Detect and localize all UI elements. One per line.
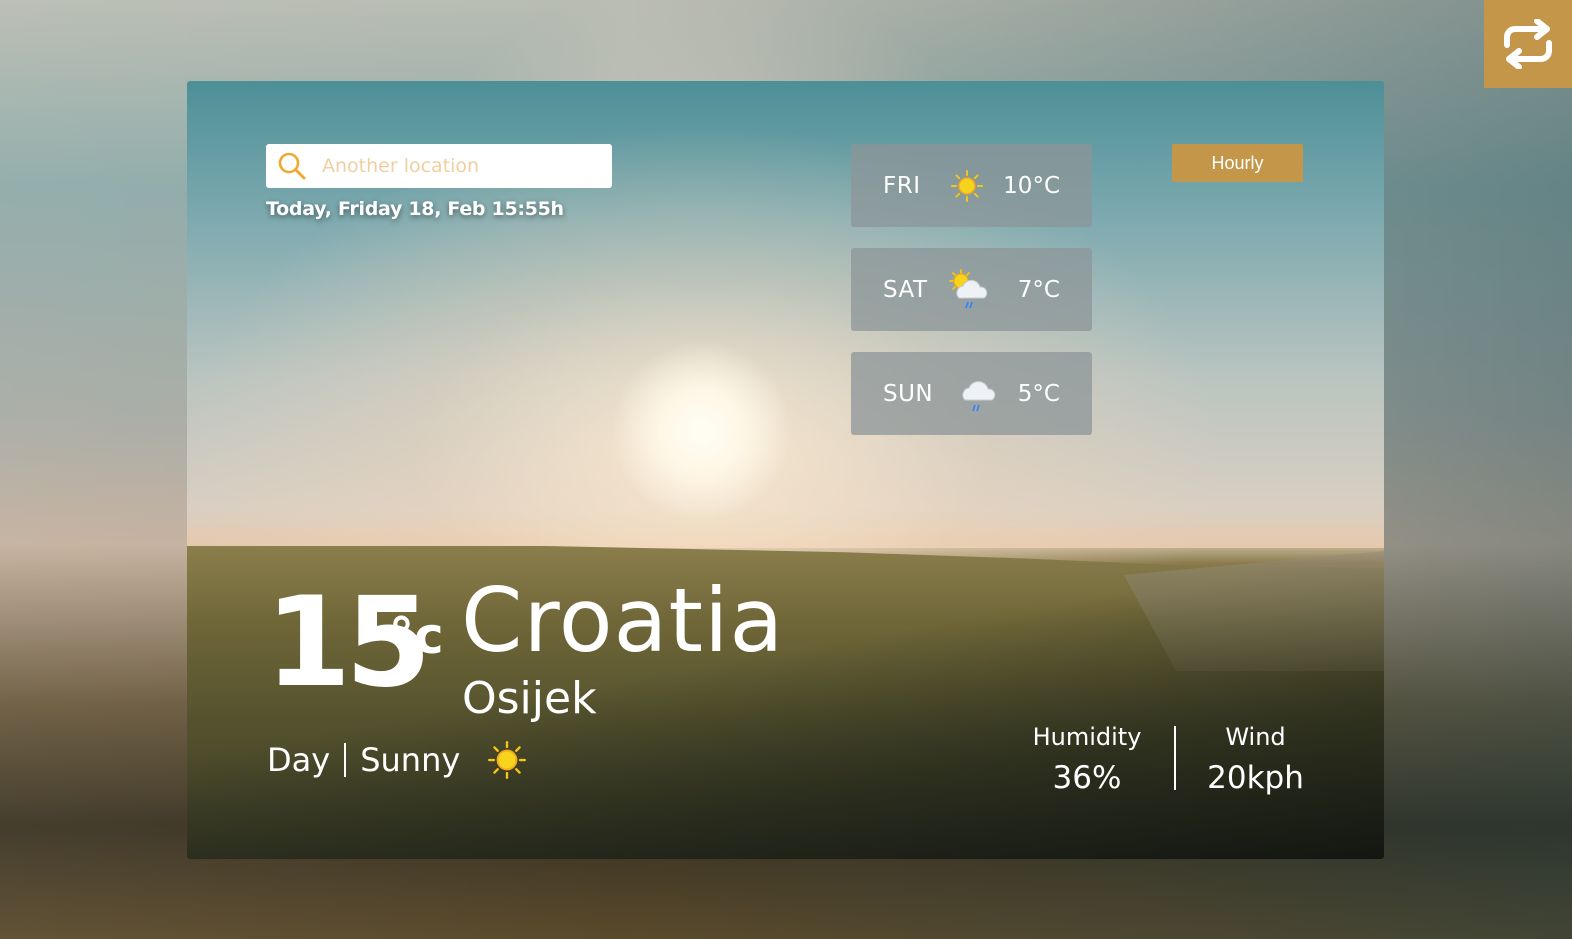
divider [344,743,347,777]
forecast-card-sun[interactable]: SUN 5°C [851,352,1092,435]
cloud-rain-icon [959,376,999,422]
forecast-temp: 10°C [1003,172,1060,199]
weather-card: Today, Friday 18, Feb 15:55h FRI 10°C SA… [187,81,1384,859]
forecast-day: SAT [883,276,928,303]
sun-cloud-rain-icon [947,268,993,318]
period-label: Day [267,741,331,779]
forecast-temp: 7°C [1017,276,1060,303]
temperature-unit: °c [389,607,444,665]
condition-label: Sunny [360,741,461,779]
forecast-day: FRI [883,172,921,199]
sun-icon [488,741,527,779]
humidity-label: Humidity [1032,723,1142,751]
forecast-card-fri[interactable]: FRI 10°C [851,144,1092,227]
forecast-temp: 5°C [1017,380,1060,407]
humidity-value: 36% [1052,759,1122,796]
wind-label: Wind [1225,723,1286,751]
condition-row: Day Sunny [267,741,527,779]
search-input[interactable] [320,154,604,178]
swap-refresh-button[interactable] [1484,0,1572,88]
hourly-button[interactable]: Hourly [1172,144,1303,182]
repeat-icon [1504,19,1552,69]
city-name: Osijek [462,673,597,724]
weather-app: Today, Friday 18, Feb 15:55h FRI 10°C SA… [0,0,1572,939]
forecast-day: SUN [883,380,934,407]
search-icon [276,150,308,182]
wind-stat: Wind 20kph [1198,723,1313,796]
humidity-stat: Humidity 36% [1027,723,1147,796]
wind-value: 20kph [1207,759,1304,796]
current-date: Today, Friday 18, Feb 15:55h [266,198,564,220]
sun-icon [951,170,983,206]
country-name: Croatia [461,569,785,672]
search-box[interactable] [266,144,612,188]
forecast-card-sat[interactable]: SAT 7°C [851,248,1092,331]
stats-divider [1174,726,1176,790]
